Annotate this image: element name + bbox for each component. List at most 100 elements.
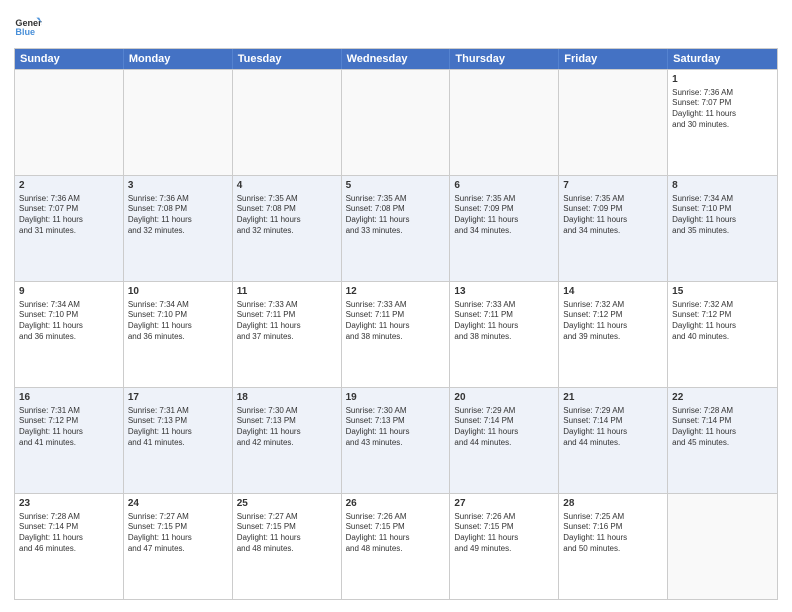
- header-day-sunday: Sunday: [15, 49, 124, 69]
- day-info: Sunrise: 7:33 AM Sunset: 7:11 PM Dayligh…: [454, 300, 554, 343]
- day-info: Sunrise: 7:33 AM Sunset: 7:11 PM Dayligh…: [346, 300, 446, 343]
- header: General Blue: [14, 12, 778, 40]
- day-info: Sunrise: 7:28 AM Sunset: 7:14 PM Dayligh…: [672, 406, 773, 449]
- day-number: 19: [346, 391, 446, 405]
- day-number: 17: [128, 391, 228, 405]
- calendar-day-14: 14Sunrise: 7:32 AM Sunset: 7:12 PM Dayli…: [559, 282, 668, 387]
- day-info: Sunrise: 7:28 AM Sunset: 7:14 PM Dayligh…: [19, 512, 119, 555]
- day-info: Sunrise: 7:34 AM Sunset: 7:10 PM Dayligh…: [19, 300, 119, 343]
- calendar-day-empty: [233, 70, 342, 175]
- day-info: Sunrise: 7:27 AM Sunset: 7:15 PM Dayligh…: [237, 512, 337, 555]
- calendar-week-1: 2Sunrise: 7:36 AM Sunset: 7:07 PM Daylig…: [15, 175, 777, 281]
- day-info: Sunrise: 7:31 AM Sunset: 7:12 PM Dayligh…: [19, 406, 119, 449]
- calendar-day-10: 10Sunrise: 7:34 AM Sunset: 7:10 PM Dayli…: [124, 282, 233, 387]
- calendar-day-20: 20Sunrise: 7:29 AM Sunset: 7:14 PM Dayli…: [450, 388, 559, 493]
- day-info: Sunrise: 7:32 AM Sunset: 7:12 PM Dayligh…: [563, 300, 663, 343]
- day-number: 3: [128, 179, 228, 193]
- header-day-monday: Monday: [124, 49, 233, 69]
- calendar-header: SundayMondayTuesdayWednesdayThursdayFrid…: [15, 49, 777, 69]
- calendar-day-8: 8Sunrise: 7:34 AM Sunset: 7:10 PM Daylig…: [668, 176, 777, 281]
- calendar-day-18: 18Sunrise: 7:30 AM Sunset: 7:13 PM Dayli…: [233, 388, 342, 493]
- day-number: 13: [454, 285, 554, 299]
- day-number: 20: [454, 391, 554, 405]
- calendar-day-15: 15Sunrise: 7:32 AM Sunset: 7:12 PM Dayli…: [668, 282, 777, 387]
- calendar-day-27: 27Sunrise: 7:26 AM Sunset: 7:15 PM Dayli…: [450, 494, 559, 599]
- day-number: 21: [563, 391, 663, 405]
- day-number: 15: [672, 285, 773, 299]
- day-number: 18: [237, 391, 337, 405]
- day-number: 4: [237, 179, 337, 193]
- calendar-day-9: 9Sunrise: 7:34 AM Sunset: 7:10 PM Daylig…: [15, 282, 124, 387]
- calendar-day-3: 3Sunrise: 7:36 AM Sunset: 7:08 PM Daylig…: [124, 176, 233, 281]
- day-number: 22: [672, 391, 773, 405]
- header-day-friday: Friday: [559, 49, 668, 69]
- calendar-body: 1Sunrise: 7:36 AM Sunset: 7:07 PM Daylig…: [15, 69, 777, 599]
- day-number: 8: [672, 179, 773, 193]
- calendar-day-empty: [15, 70, 124, 175]
- day-info: Sunrise: 7:26 AM Sunset: 7:15 PM Dayligh…: [346, 512, 446, 555]
- calendar-day-24: 24Sunrise: 7:27 AM Sunset: 7:15 PM Dayli…: [124, 494, 233, 599]
- day-number: 5: [346, 179, 446, 193]
- calendar-day-19: 19Sunrise: 7:30 AM Sunset: 7:13 PM Dayli…: [342, 388, 451, 493]
- svg-text:Blue: Blue: [15, 27, 35, 37]
- day-number: 28: [563, 497, 663, 511]
- calendar-day-6: 6Sunrise: 7:35 AM Sunset: 7:09 PM Daylig…: [450, 176, 559, 281]
- day-number: 24: [128, 497, 228, 511]
- day-info: Sunrise: 7:36 AM Sunset: 7:08 PM Dayligh…: [128, 194, 228, 237]
- calendar-day-12: 12Sunrise: 7:33 AM Sunset: 7:11 PM Dayli…: [342, 282, 451, 387]
- header-day-saturday: Saturday: [668, 49, 777, 69]
- day-info: Sunrise: 7:31 AM Sunset: 7:13 PM Dayligh…: [128, 406, 228, 449]
- logo: General Blue: [14, 12, 46, 40]
- day-info: Sunrise: 7:34 AM Sunset: 7:10 PM Dayligh…: [128, 300, 228, 343]
- day-info: Sunrise: 7:25 AM Sunset: 7:16 PM Dayligh…: [563, 512, 663, 555]
- day-number: 6: [454, 179, 554, 193]
- header-day-thursday: Thursday: [450, 49, 559, 69]
- day-info: Sunrise: 7:30 AM Sunset: 7:13 PM Dayligh…: [237, 406, 337, 449]
- calendar-day-empty: [450, 70, 559, 175]
- day-number: 23: [19, 497, 119, 511]
- day-info: Sunrise: 7:35 AM Sunset: 7:09 PM Dayligh…: [563, 194, 663, 237]
- day-number: 12: [346, 285, 446, 299]
- day-info: Sunrise: 7:36 AM Sunset: 7:07 PM Dayligh…: [19, 194, 119, 237]
- calendar-day-empty: [559, 70, 668, 175]
- logo-icon: General Blue: [14, 12, 42, 40]
- calendar-day-17: 17Sunrise: 7:31 AM Sunset: 7:13 PM Dayli…: [124, 388, 233, 493]
- calendar-day-empty: [124, 70, 233, 175]
- calendar-day-26: 26Sunrise: 7:26 AM Sunset: 7:15 PM Dayli…: [342, 494, 451, 599]
- day-info: Sunrise: 7:26 AM Sunset: 7:15 PM Dayligh…: [454, 512, 554, 555]
- day-number: 2: [19, 179, 119, 193]
- day-number: 9: [19, 285, 119, 299]
- day-info: Sunrise: 7:33 AM Sunset: 7:11 PM Dayligh…: [237, 300, 337, 343]
- day-info: Sunrise: 7:29 AM Sunset: 7:14 PM Dayligh…: [454, 406, 554, 449]
- calendar-day-empty: [668, 494, 777, 599]
- calendar-week-0: 1Sunrise: 7:36 AM Sunset: 7:07 PM Daylig…: [15, 69, 777, 175]
- calendar-day-28: 28Sunrise: 7:25 AM Sunset: 7:16 PM Dayli…: [559, 494, 668, 599]
- day-number: 10: [128, 285, 228, 299]
- day-info: Sunrise: 7:35 AM Sunset: 7:08 PM Dayligh…: [237, 194, 337, 237]
- calendar-day-5: 5Sunrise: 7:35 AM Sunset: 7:08 PM Daylig…: [342, 176, 451, 281]
- day-number: 27: [454, 497, 554, 511]
- calendar-day-25: 25Sunrise: 7:27 AM Sunset: 7:15 PM Dayli…: [233, 494, 342, 599]
- day-number: 7: [563, 179, 663, 193]
- page: General Blue SundayMondayTuesdayWednesda…: [0, 0, 792, 612]
- day-info: Sunrise: 7:35 AM Sunset: 7:09 PM Dayligh…: [454, 194, 554, 237]
- day-info: Sunrise: 7:30 AM Sunset: 7:13 PM Dayligh…: [346, 406, 446, 449]
- calendar-day-empty: [342, 70, 451, 175]
- header-day-wednesday: Wednesday: [342, 49, 451, 69]
- day-info: Sunrise: 7:36 AM Sunset: 7:07 PM Dayligh…: [672, 88, 773, 131]
- calendar: SundayMondayTuesdayWednesdayThursdayFrid…: [14, 48, 778, 600]
- calendar-day-7: 7Sunrise: 7:35 AM Sunset: 7:09 PM Daylig…: [559, 176, 668, 281]
- day-number: 26: [346, 497, 446, 511]
- calendar-day-2: 2Sunrise: 7:36 AM Sunset: 7:07 PM Daylig…: [15, 176, 124, 281]
- day-number: 16: [19, 391, 119, 405]
- calendar-day-1: 1Sunrise: 7:36 AM Sunset: 7:07 PM Daylig…: [668, 70, 777, 175]
- day-info: Sunrise: 7:32 AM Sunset: 7:12 PM Dayligh…: [672, 300, 773, 343]
- calendar-day-13: 13Sunrise: 7:33 AM Sunset: 7:11 PM Dayli…: [450, 282, 559, 387]
- header-day-tuesday: Tuesday: [233, 49, 342, 69]
- day-info: Sunrise: 7:35 AM Sunset: 7:08 PM Dayligh…: [346, 194, 446, 237]
- calendar-week-3: 16Sunrise: 7:31 AM Sunset: 7:12 PM Dayli…: [15, 387, 777, 493]
- day-number: 1: [672, 73, 773, 87]
- calendar-day-22: 22Sunrise: 7:28 AM Sunset: 7:14 PM Dayli…: [668, 388, 777, 493]
- day-number: 11: [237, 285, 337, 299]
- calendar-day-16: 16Sunrise: 7:31 AM Sunset: 7:12 PM Dayli…: [15, 388, 124, 493]
